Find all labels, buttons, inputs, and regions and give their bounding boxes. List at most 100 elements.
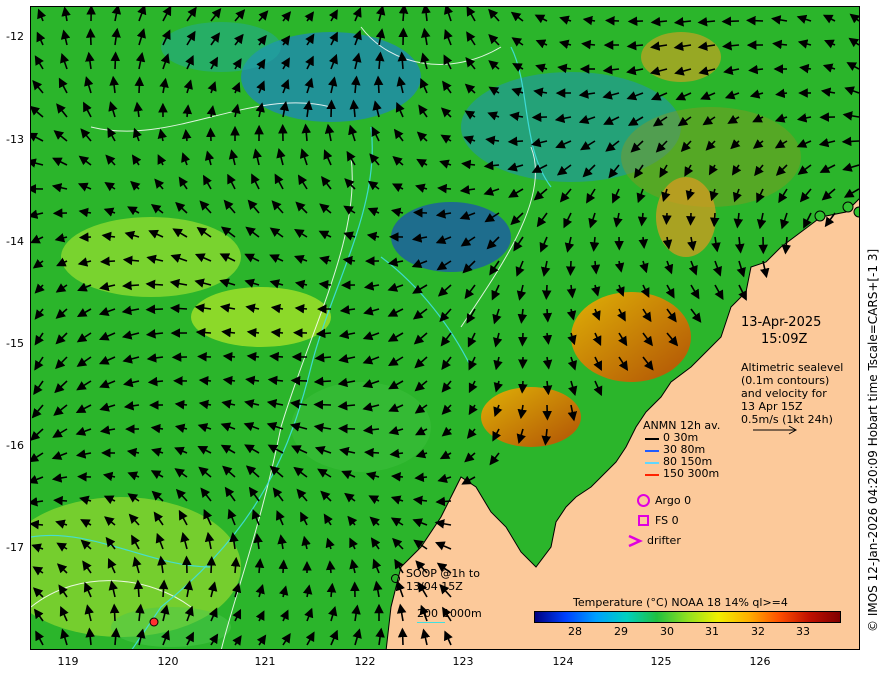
velocity-arrow bbox=[158, 579, 169, 598]
velocity-arrow bbox=[246, 351, 260, 362]
velocity-arrow bbox=[709, 212, 720, 228]
velocity-arrow bbox=[542, 308, 553, 323]
velocity-arrow bbox=[338, 423, 356, 434]
velocity-arrow bbox=[414, 472, 428, 483]
scale-arrow bbox=[753, 425, 798, 435]
colorbar-tick: 28 bbox=[568, 625, 582, 638]
lat-tick: -12 bbox=[6, 30, 24, 43]
velocity-arrow bbox=[397, 627, 408, 646]
velocity-arrow bbox=[78, 232, 92, 242]
colorbar-tick: 31 bbox=[705, 625, 719, 638]
velocity-arrow bbox=[326, 99, 337, 118]
map-frame[interactable]: 13-Apr-2025 15:09Z Altimetric sealevel (… bbox=[30, 6, 860, 650]
velocity-arrow bbox=[145, 304, 164, 315]
soop-line2: 13/04 15Z bbox=[406, 580, 463, 593]
velocity-arrow bbox=[134, 76, 145, 94]
velocity-arrow bbox=[198, 375, 212, 386]
velocity-arrow bbox=[174, 399, 188, 410]
velocity-arrow bbox=[290, 375, 308, 386]
legend-swatch-150-300 bbox=[645, 474, 659, 476]
velocity-arrow bbox=[100, 256, 116, 267]
colorbar-tick: 32 bbox=[751, 625, 765, 638]
altimetry-line: Altimetric sealevel bbox=[741, 361, 844, 374]
colorbar-title: Temperature (°C) NOAA 18 14% ql>=4 bbox=[573, 596, 788, 609]
velocity-arrow bbox=[315, 328, 332, 339]
velocity-arrow bbox=[313, 399, 332, 410]
velocity-arrow bbox=[638, 236, 649, 249]
colorbar bbox=[534, 611, 841, 623]
velocity-arrow bbox=[182, 104, 193, 118]
lat-tick: -14 bbox=[6, 235, 24, 248]
velocity-arrow bbox=[413, 208, 428, 218]
velocity-arrow bbox=[662, 212, 672, 225]
drifter-label: drifter bbox=[647, 534, 681, 547]
legend-swatch-0-30 bbox=[645, 438, 659, 440]
soop-icon bbox=[391, 574, 400, 583]
timestamp-time: 15:09Z bbox=[761, 332, 808, 347]
lon-tick: 121 bbox=[254, 655, 276, 668]
velocity-arrow bbox=[627, 16, 644, 27]
velocity-arrow bbox=[565, 260, 576, 276]
velocity-arrow bbox=[391, 472, 404, 482]
velocity-arrow bbox=[269, 351, 284, 362]
velocity-arrow bbox=[110, 51, 121, 70]
velocity-arrow bbox=[364, 447, 380, 458]
velocity-arrow bbox=[721, 16, 740, 27]
fs-icon bbox=[638, 515, 649, 526]
altimetry-line: and velocity for bbox=[741, 387, 827, 400]
lat-tick: -16 bbox=[6, 439, 24, 452]
velocity-arrow bbox=[517, 380, 528, 394]
mooring-marker bbox=[814, 210, 826, 222]
fs-label: FS 0 bbox=[655, 514, 679, 527]
lat-tick: -17 bbox=[6, 541, 24, 554]
velocity-arrow bbox=[133, 579, 144, 598]
velocity-arrow bbox=[373, 75, 384, 94]
velocity-arrow bbox=[206, 127, 216, 142]
colorbar-tick: 33 bbox=[796, 625, 810, 638]
sst-map bbox=[31, 7, 859, 649]
legend-label-150-300: 150 300m bbox=[663, 467, 720, 480]
lon-tick: 126 bbox=[749, 655, 771, 668]
credit-text: © IMOS 12-Jan-2026 04:20:09 Hobart time … bbox=[866, 248, 880, 632]
velocity-arrow bbox=[206, 556, 217, 574]
timestamp-date: 13-Apr-2025 bbox=[741, 315, 822, 330]
depth-label-200: 200 bbox=[417, 607, 438, 620]
lon-tick: 124 bbox=[552, 655, 574, 668]
lat-tick: -13 bbox=[6, 133, 24, 146]
soop-line1: SOOP @1h to bbox=[406, 567, 480, 580]
argo-icon bbox=[637, 494, 650, 507]
lon-tick: 119 bbox=[57, 655, 79, 668]
velocity-arrow bbox=[507, 136, 524, 147]
velocity-arrow bbox=[294, 303, 308, 314]
lon-tick: 123 bbox=[452, 655, 474, 668]
velocity-arrow bbox=[109, 603, 120, 622]
velocity-arrow bbox=[313, 376, 332, 387]
velocity-arrow bbox=[222, 351, 236, 362]
velocity-arrow bbox=[53, 495, 68, 506]
altimetry-note: Altimetric sealevel (0.1m contours) and … bbox=[741, 361, 843, 426]
velocity-arrow bbox=[85, 28, 96, 46]
legend-swatch-30-80 bbox=[645, 450, 659, 452]
velocity-arrow bbox=[435, 496, 452, 507]
velocity-arrow bbox=[686, 212, 696, 226]
depth-key-line bbox=[417, 622, 445, 623]
velocity-arrow bbox=[145, 279, 164, 290]
velocity-arrow bbox=[270, 327, 284, 338]
velocity-arrow bbox=[541, 284, 552, 300]
legend-swatch-80-150 bbox=[645, 462, 659, 464]
velocity-arrow bbox=[325, 560, 336, 574]
velocity-arrow bbox=[181, 555, 192, 574]
velocity-arrow bbox=[605, 15, 620, 26]
ship-marker bbox=[149, 617, 159, 627]
mooring-marker bbox=[842, 201, 854, 213]
altimetry-line: (0.1m contours) bbox=[741, 374, 830, 387]
depth-label-1000: 1000m bbox=[443, 607, 482, 620]
lat-tick: -15 bbox=[6, 337, 24, 350]
altimetry-line: 13 Apr 15Z bbox=[741, 400, 803, 413]
lon-tick: 120 bbox=[157, 655, 179, 668]
lon-tick: 125 bbox=[650, 655, 672, 668]
velocity-arrow bbox=[195, 327, 212, 338]
drifter-icon bbox=[628, 534, 643, 548]
velocity-arrow bbox=[169, 303, 188, 314]
velocity-arrow bbox=[122, 280, 140, 291]
